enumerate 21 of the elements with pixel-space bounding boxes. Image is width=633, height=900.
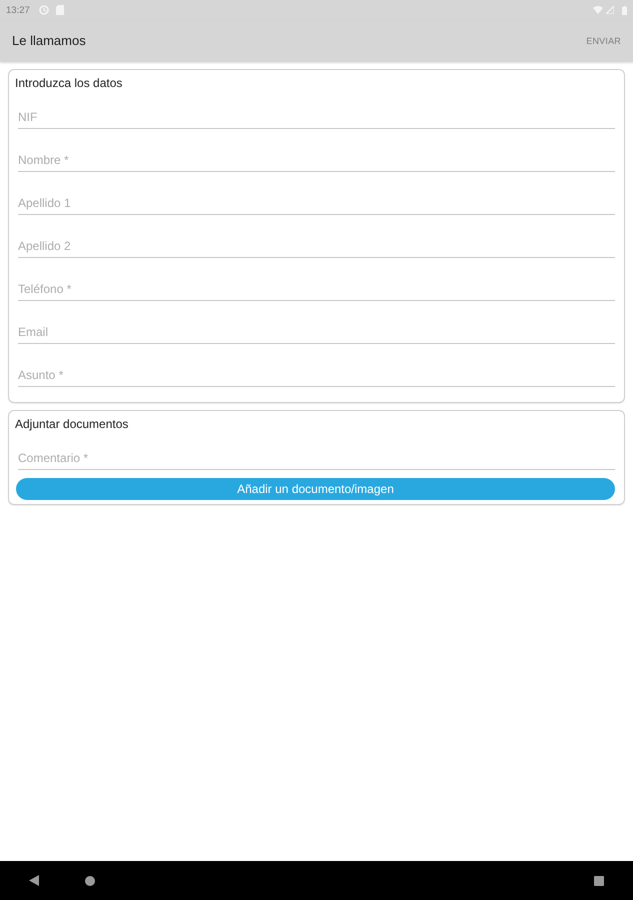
input-field[interactable]: Nombre * <box>18 134 615 172</box>
input-field[interactable]: Asunto * <box>18 349 615 387</box>
recents-icon[interactable] <box>594 876 604 886</box>
back-icon[interactable] <box>29 875 39 886</box>
section-title: Adjuntar documentos <box>15 416 128 432</box>
wifi-icon <box>593 6 603 14</box>
input-field[interactable]: Apellido 1 <box>18 177 615 215</box>
input-field[interactable]: Email <box>18 306 615 344</box>
sd-card-icon <box>56 5 64 15</box>
input-field[interactable]: Apellido 2 <box>18 220 615 258</box>
input-field[interactable]: Comentario * <box>18 432 615 470</box>
status-time: 13:27 <box>6 4 30 16</box>
section-title: Introduzca los datos <box>15 75 122 91</box>
screen-title: Le llamamos <box>12 33 86 49</box>
attach-button[interactable]: Añadir un documento/imagen <box>16 478 615 500</box>
input-field[interactable]: NIF <box>18 91 615 129</box>
battery-icon <box>622 6 627 14</box>
home-icon[interactable] <box>85 876 95 886</box>
clock-icon <box>38 5 49 15</box>
signal-icon <box>606 6 614 14</box>
input-field[interactable]: Teléfono * <box>18 263 615 301</box>
